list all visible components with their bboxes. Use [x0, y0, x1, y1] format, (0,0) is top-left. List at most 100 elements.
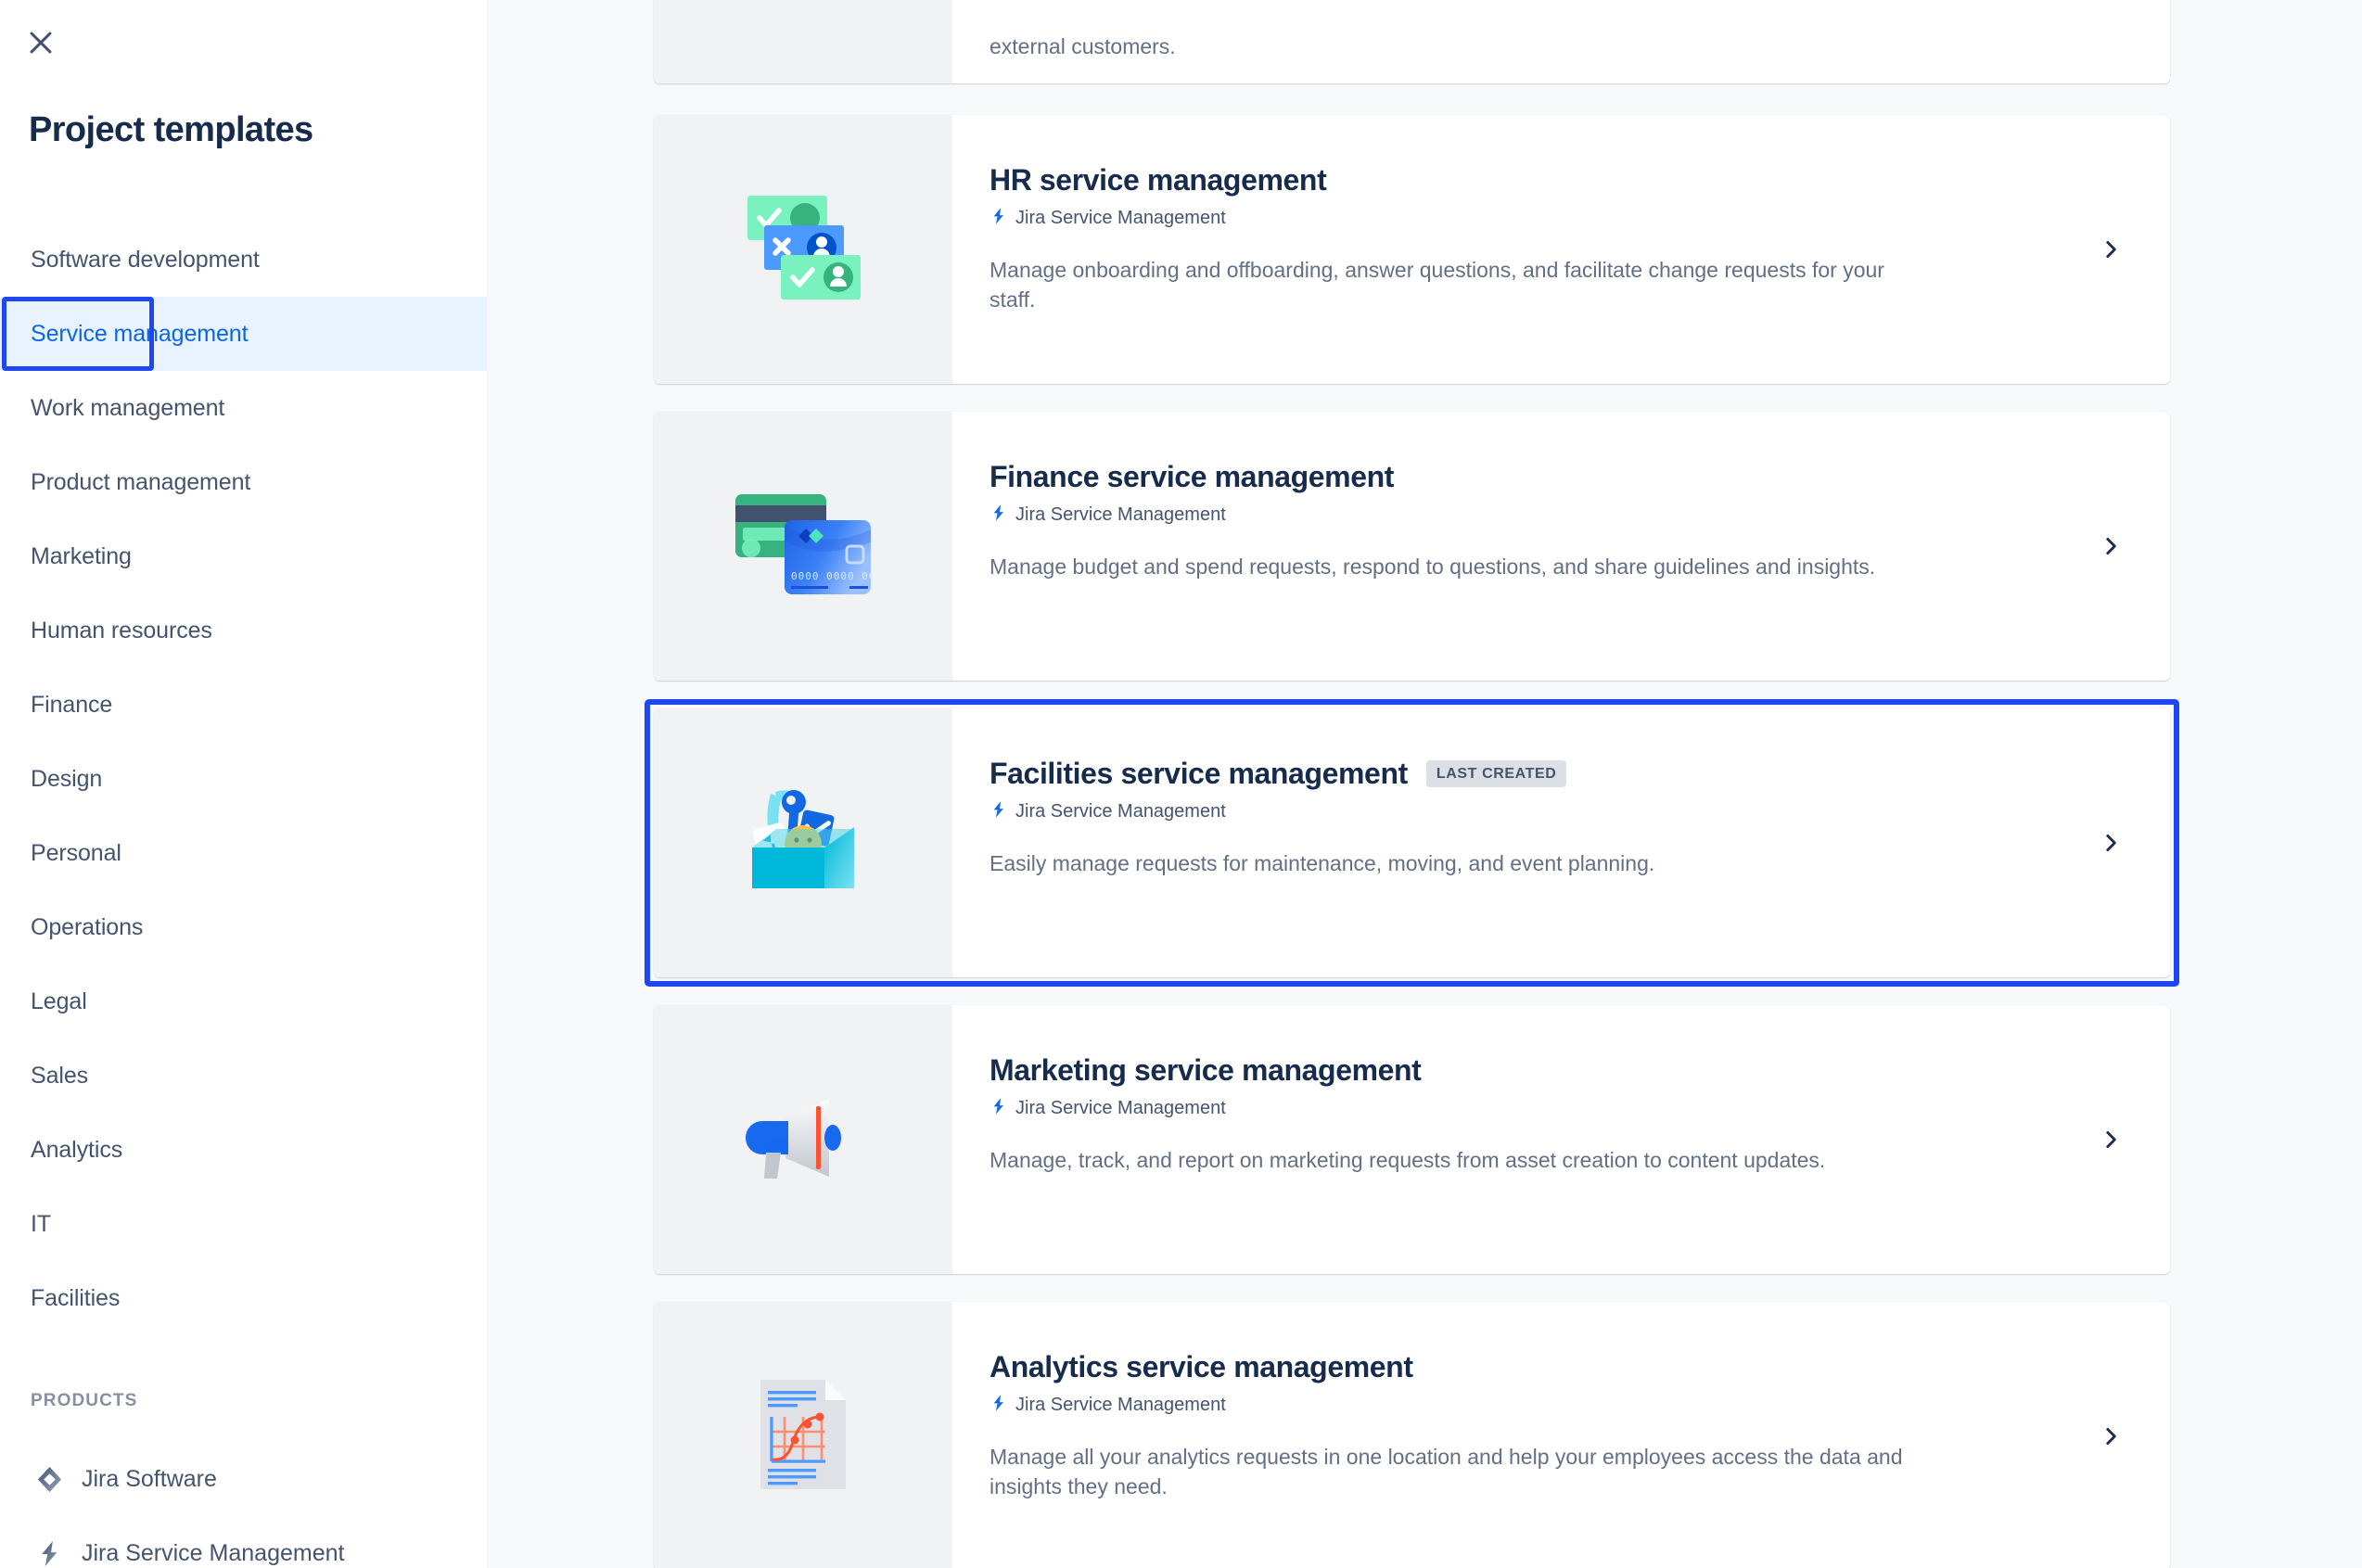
product-item-label: Jira Software: [82, 1465, 217, 1492]
template-card[interactable]: HR service management Jira Service Manage…: [654, 115, 2170, 384]
sidebar-item-label: IT: [31, 1210, 52, 1237]
money-bills-icon: [744, 194, 862, 306]
sidebar-item-analytics[interactable]: Analytics: [0, 1113, 487, 1187]
template-product: Jira Service Management: [989, 207, 2133, 231]
template-card-body: Analytics service management Jira Service…: [952, 1302, 2170, 1568]
jira-service-management-icon: [989, 1097, 1008, 1121]
template-thumbnail: [654, 708, 952, 977]
credit-cards-icon: 0000 0000 0000 0000: [734, 492, 925, 601]
products-nav: Jira Software Jira Service Management: [0, 1442, 487, 1568]
jira-service-management-icon: [989, 207, 1008, 231]
template-thumbnail: [654, 115, 952, 384]
template-title: Analytics service management: [989, 1350, 1413, 1383]
template-product-label: Jira Service Management: [1015, 208, 1226, 229]
chevron-right-icon[interactable]: [2094, 529, 2127, 563]
sidebar-item-software-development[interactable]: Software development: [0, 223, 487, 297]
template-card-partial[interactable]: external customers.: [654, 0, 2170, 83]
svg-text:0000 0000 0000 0000: 0000 0000 0000 0000: [791, 570, 873, 582]
products-heading: PRODUCTS: [31, 1391, 138, 1410]
template-card-hr-service-management[interactable]: HR service management Jira Service Manage…: [654, 115, 2170, 384]
toolbox-icon: [743, 786, 863, 900]
jira-service-management-icon: [989, 800, 1008, 824]
template-title: Marketing service management: [989, 1053, 1422, 1087]
template-card[interactable]: Analytics service management Jira Service…: [654, 1302, 2170, 1568]
template-card-body: Finance service management Jira Service M…: [952, 412, 2170, 681]
template-product-label: Jira Service Management: [1015, 1098, 1226, 1119]
sidebar-item-label: Human resources: [31, 617, 212, 644]
template-product-label: Jira Service Management: [1015, 801, 1226, 822]
close-icon: [25, 27, 57, 58]
jira-service-management-icon: [989, 504, 1008, 528]
template-title-row: HR service management: [989, 163, 2133, 198]
template-product: Jira Service Management: [989, 504, 2133, 528]
sidebar-item-work-management[interactable]: Work management: [0, 371, 487, 445]
product-item-label: Jira Service Management: [82, 1539, 345, 1566]
jira-service-management-icon: [34, 1538, 65, 1568]
template-description: Manage budget and spend requests, respon…: [989, 554, 1876, 579]
sidebar-item-sales[interactable]: Sales: [0, 1039, 487, 1113]
template-card-facilities-service-management[interactable]: Facilities service management LAST CREATE…: [645, 699, 2179, 987]
template-card[interactable]: 0000 0000 0000 0000 Finance service manag…: [654, 412, 2170, 681]
sidebar-item-label: Finance: [31, 691, 113, 718]
template-card[interactable]: Facilities service management LAST CREATE…: [654, 708, 2170, 977]
sidebar-item-finance[interactable]: Finance: [0, 668, 487, 742]
sidebar-item-design[interactable]: Design: [0, 742, 487, 816]
template-description: Manage onboarding and offboarding, answe…: [989, 257, 1884, 312]
product-item-jira-software[interactable]: Jira Software: [0, 1442, 487, 1516]
template-card-analytics-service-management[interactable]: Analytics service management Jira Service…: [654, 1302, 2170, 1568]
template-product-label: Jira Service Management: [1015, 504, 1226, 526]
page-title: Project templates: [29, 110, 313, 149]
template-card[interactable]: Marketing service management Jira Service…: [654, 1005, 2170, 1274]
template-product: Jira Service Management: [989, 1394, 2133, 1418]
analytics-report-icon: [753, 1378, 853, 1496]
template-description: Easily manage requests for maintenance, …: [989, 850, 1655, 875]
close-button[interactable]: [17, 19, 65, 67]
sidebar-item-legal[interactable]: Legal: [0, 964, 487, 1039]
template-title-row: Analytics service management: [989, 1350, 2133, 1385]
template-description: Manage all your analytics requests in on…: [989, 1444, 1903, 1499]
template-card[interactable]: external customers.: [654, 0, 2170, 83]
sidebar-item-label: Analytics: [31, 1136, 123, 1163]
sidebar-item-label: Legal: [31, 988, 87, 1014]
sidebar-item-it[interactable]: IT: [0, 1187, 487, 1261]
sidebar-item-label: Service management: [31, 320, 249, 347]
sidebar-item-operations[interactable]: Operations: [0, 890, 487, 964]
sidebar-item-label: Software development: [31, 246, 260, 273]
product-item-jira-service-management[interactable]: Jira Service Management: [0, 1516, 487, 1568]
template-title: HR service management: [989, 163, 1327, 197]
sidebar-item-human-resources[interactable]: Human resources: [0, 593, 487, 668]
sidebar-item-facilities[interactable]: Facilities: [0, 1261, 487, 1335]
template-title: Facilities service management: [989, 757, 1408, 790]
sidebar-item-label: Product management: [31, 468, 251, 495]
template-card-body: HR service management Jira Service Manage…: [952, 115, 2170, 384]
chevron-right-icon[interactable]: [2094, 826, 2127, 860]
template-title-row: Finance service management: [989, 460, 2133, 495]
template-card-body: external customers.: [952, 0, 2170, 83]
template-card-marketing-service-management[interactable]: Marketing service management Jira Service…: [654, 1005, 2170, 1274]
sidebar-item-marketing[interactable]: Marketing: [0, 519, 487, 593]
template-description: Manage, track, and report on marketing r…: [989, 1147, 1826, 1172]
sidebar-item-label: Marketing: [31, 542, 132, 569]
template-title-row: Facilities service management LAST CREATE…: [989, 757, 2133, 792]
sidebar-item-label: Design: [31, 765, 103, 792]
sidebar-item-label: Facilities: [31, 1284, 121, 1311]
template-product: Jira Service Management: [989, 1097, 2133, 1121]
jira-service-management-icon: [989, 1394, 1008, 1418]
status-badge: LAST CREATED: [1425, 760, 1567, 788]
template-description-tail: external customers.: [989, 34, 1176, 58]
templates-list-panel: external customers. HR service management…: [487, 0, 2362, 1568]
template-card-finance-service-management[interactable]: 0000 0000 0000 0000 Finance service manag…: [654, 412, 2170, 681]
template-thumbnail: [654, 0, 952, 83]
sidebar-item-label: Operations: [31, 913, 144, 940]
sidebar-item-service-management[interactable]: Service management: [0, 297, 487, 371]
template-card-body: Facilities service management LAST CREATE…: [952, 708, 2170, 977]
category-nav: Software development Service management Wo…: [0, 223, 487, 1335]
template-title-row: Marketing service management: [989, 1053, 2133, 1089]
sidebar-item-personal[interactable]: Personal: [0, 816, 487, 890]
chevron-right-icon[interactable]: [2094, 233, 2127, 266]
chevron-right-icon[interactable]: [2094, 1420, 2127, 1453]
template-thumbnail: [654, 1005, 952, 1274]
chevron-right-icon[interactable]: [2094, 1123, 2127, 1156]
sidebar-item-product-management[interactable]: Product management: [0, 445, 487, 519]
template-product-label: Jira Service Management: [1015, 1395, 1226, 1416]
